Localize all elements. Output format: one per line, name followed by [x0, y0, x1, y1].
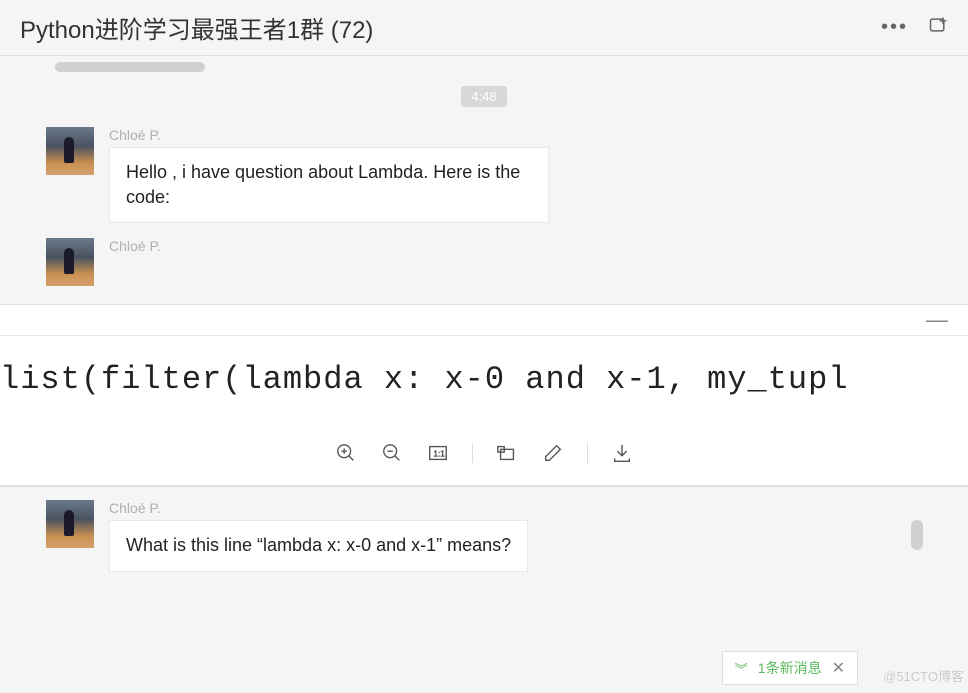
- avatar[interactable]: [46, 127, 94, 175]
- message-row: Chloé P. What is this line “lambda x: x-…: [0, 495, 968, 581]
- scrollbar-thumb[interactable]: [55, 62, 205, 72]
- toolbar-divider: [472, 443, 473, 463]
- message-row: Chloé P.: [0, 233, 968, 286]
- chat-header: Python进阶学习最强王者1群 (72) •••: [0, 0, 968, 56]
- image-viewer: — list(filter(lambda x: x-0 and x-1, my_…: [0, 304, 968, 486]
- chat-body-lower: Chloé P. What is this line “lambda x: x-…: [0, 486, 968, 581]
- chat-body: 4:48 Chloé P. Hello , i have question ab…: [0, 56, 968, 296]
- actual-size-icon[interactable]: 1:1: [426, 441, 450, 465]
- chat-title: Python进阶学习最强王者1群 (72): [20, 10, 373, 45]
- viewer-header: —: [0, 305, 968, 335]
- svg-text:1:1: 1:1: [433, 450, 445, 459]
- sender-name: Chloé P.: [109, 127, 549, 143]
- zoom-out-icon[interactable]: [380, 441, 404, 465]
- sender-name: Chloé P.: [109, 500, 528, 516]
- rotate-icon[interactable]: [495, 441, 519, 465]
- more-icon[interactable]: •••: [881, 16, 908, 39]
- notification-text: 1条新消息: [758, 658, 822, 678]
- timestamp: 4:48: [461, 86, 506, 107]
- sender-name: Chloé P.: [109, 238, 161, 254]
- chevron-down-icon: ︾: [735, 659, 748, 678]
- code-image: list(filter(lambda x: x-0 and x-1, my_tu…: [0, 336, 968, 423]
- add-window-icon[interactable]: [928, 15, 948, 41]
- message-bubble[interactable]: Hello , i have question about Lambda. He…: [109, 147, 549, 223]
- close-icon[interactable]: ✕: [832, 658, 845, 678]
- new-message-notification[interactable]: ︾ 1条新消息 ✕: [722, 651, 858, 685]
- message-bubble[interactable]: What is this line “lambda x: x-0 and x-1…: [109, 520, 528, 571]
- avatar[interactable]: [46, 238, 94, 286]
- header-actions: •••: [881, 15, 948, 41]
- edit-icon[interactable]: [541, 441, 565, 465]
- avatar[interactable]: [46, 500, 94, 548]
- scrollbar-thumb[interactable]: [911, 520, 923, 550]
- message-row: Chloé P. Hello , i have question about L…: [0, 122, 968, 233]
- watermark: @51CTO博客: [883, 666, 964, 685]
- minimize-icon[interactable]: —: [926, 307, 948, 333]
- toolbar-divider: [587, 443, 588, 463]
- zoom-in-icon[interactable]: [334, 441, 358, 465]
- viewer-toolbar: 1:1: [0, 423, 968, 485]
- download-icon[interactable]: [610, 441, 634, 465]
